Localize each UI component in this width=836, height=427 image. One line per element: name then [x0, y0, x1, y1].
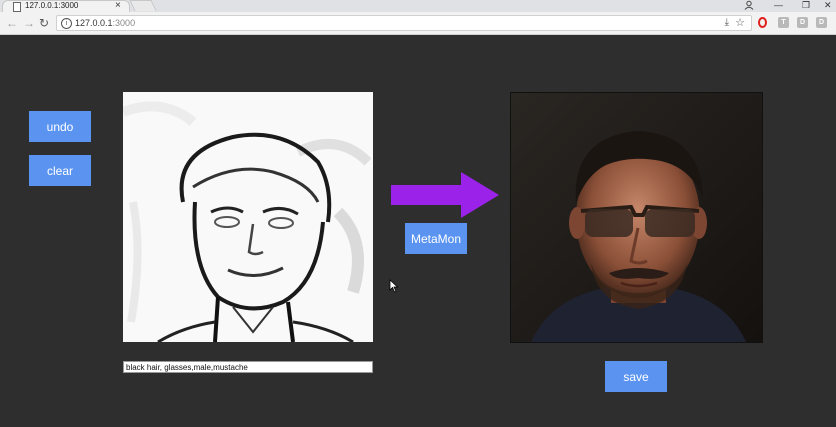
cursor-icon — [389, 279, 399, 298]
star-icon[interactable]: ☆ — [735, 16, 745, 29]
new-tab-button[interactable] — [129, 0, 157, 11]
generated-face — [511, 93, 762, 342]
reload-icon[interactable]: ↻ — [39, 16, 49, 30]
opera-icon[interactable] — [758, 17, 767, 28]
download-icon[interactable]: ⤓ — [725, 17, 729, 28]
url-text: 127.0.0.1:3000 — [75, 17, 135, 29]
arrow-right-icon — [391, 172, 499, 223]
undo-button[interactable]: undo — [29, 111, 91, 142]
tab-bar: 127.0.0.1:3000 × — ❐ ✕ — [0, 0, 836, 12]
sketch-drawing — [121, 92, 373, 344]
browser-toolbar: ← → ↻ i 127.0.0.1:3000 ⤓ ☆ T D D — [0, 12, 836, 35]
generated-image — [510, 92, 763, 343]
restore-button[interactable]: ❐ — [802, 0, 810, 10]
minimize-button[interactable]: — — [774, 0, 783, 10]
tab-close-icon[interactable]: × — [115, 1, 121, 11]
account-icon[interactable] — [744, 0, 754, 12]
back-icon[interactable]: ← — [6, 16, 18, 30]
extension-d2-icon[interactable]: D — [816, 17, 827, 28]
info-icon[interactable]: i — [61, 18, 72, 29]
app-area: undo clear black hair, glasses,male,must… — [0, 35, 836, 427]
save-button[interactable]: save — [605, 361, 667, 392]
attributes-input[interactable] — [123, 361, 373, 373]
sketch-canvas[interactable] — [121, 92, 373, 344]
url-host: 127.0.0.1 — [75, 18, 113, 28]
address-bar[interactable]: i 127.0.0.1:3000 ⤓ ☆ — [56, 15, 752, 31]
extension-d-icon[interactable]: D — [797, 17, 808, 28]
clear-button[interactable]: clear — [29, 155, 91, 186]
close-window-button[interactable]: ✕ — [824, 0, 832, 10]
page-icon — [13, 2, 21, 12]
extension-t-icon[interactable]: T — [778, 17, 789, 28]
forward-icon[interactable]: → — [23, 16, 35, 30]
browser-tab[interactable]: 127.0.0.1:3000 × — [2, 0, 130, 12]
tab-title: 127.0.0.1:3000 — [25, 1, 79, 10]
metamon-button[interactable]: MetaMon — [405, 223, 467, 254]
url-port: :3000 — [112, 18, 136, 28]
